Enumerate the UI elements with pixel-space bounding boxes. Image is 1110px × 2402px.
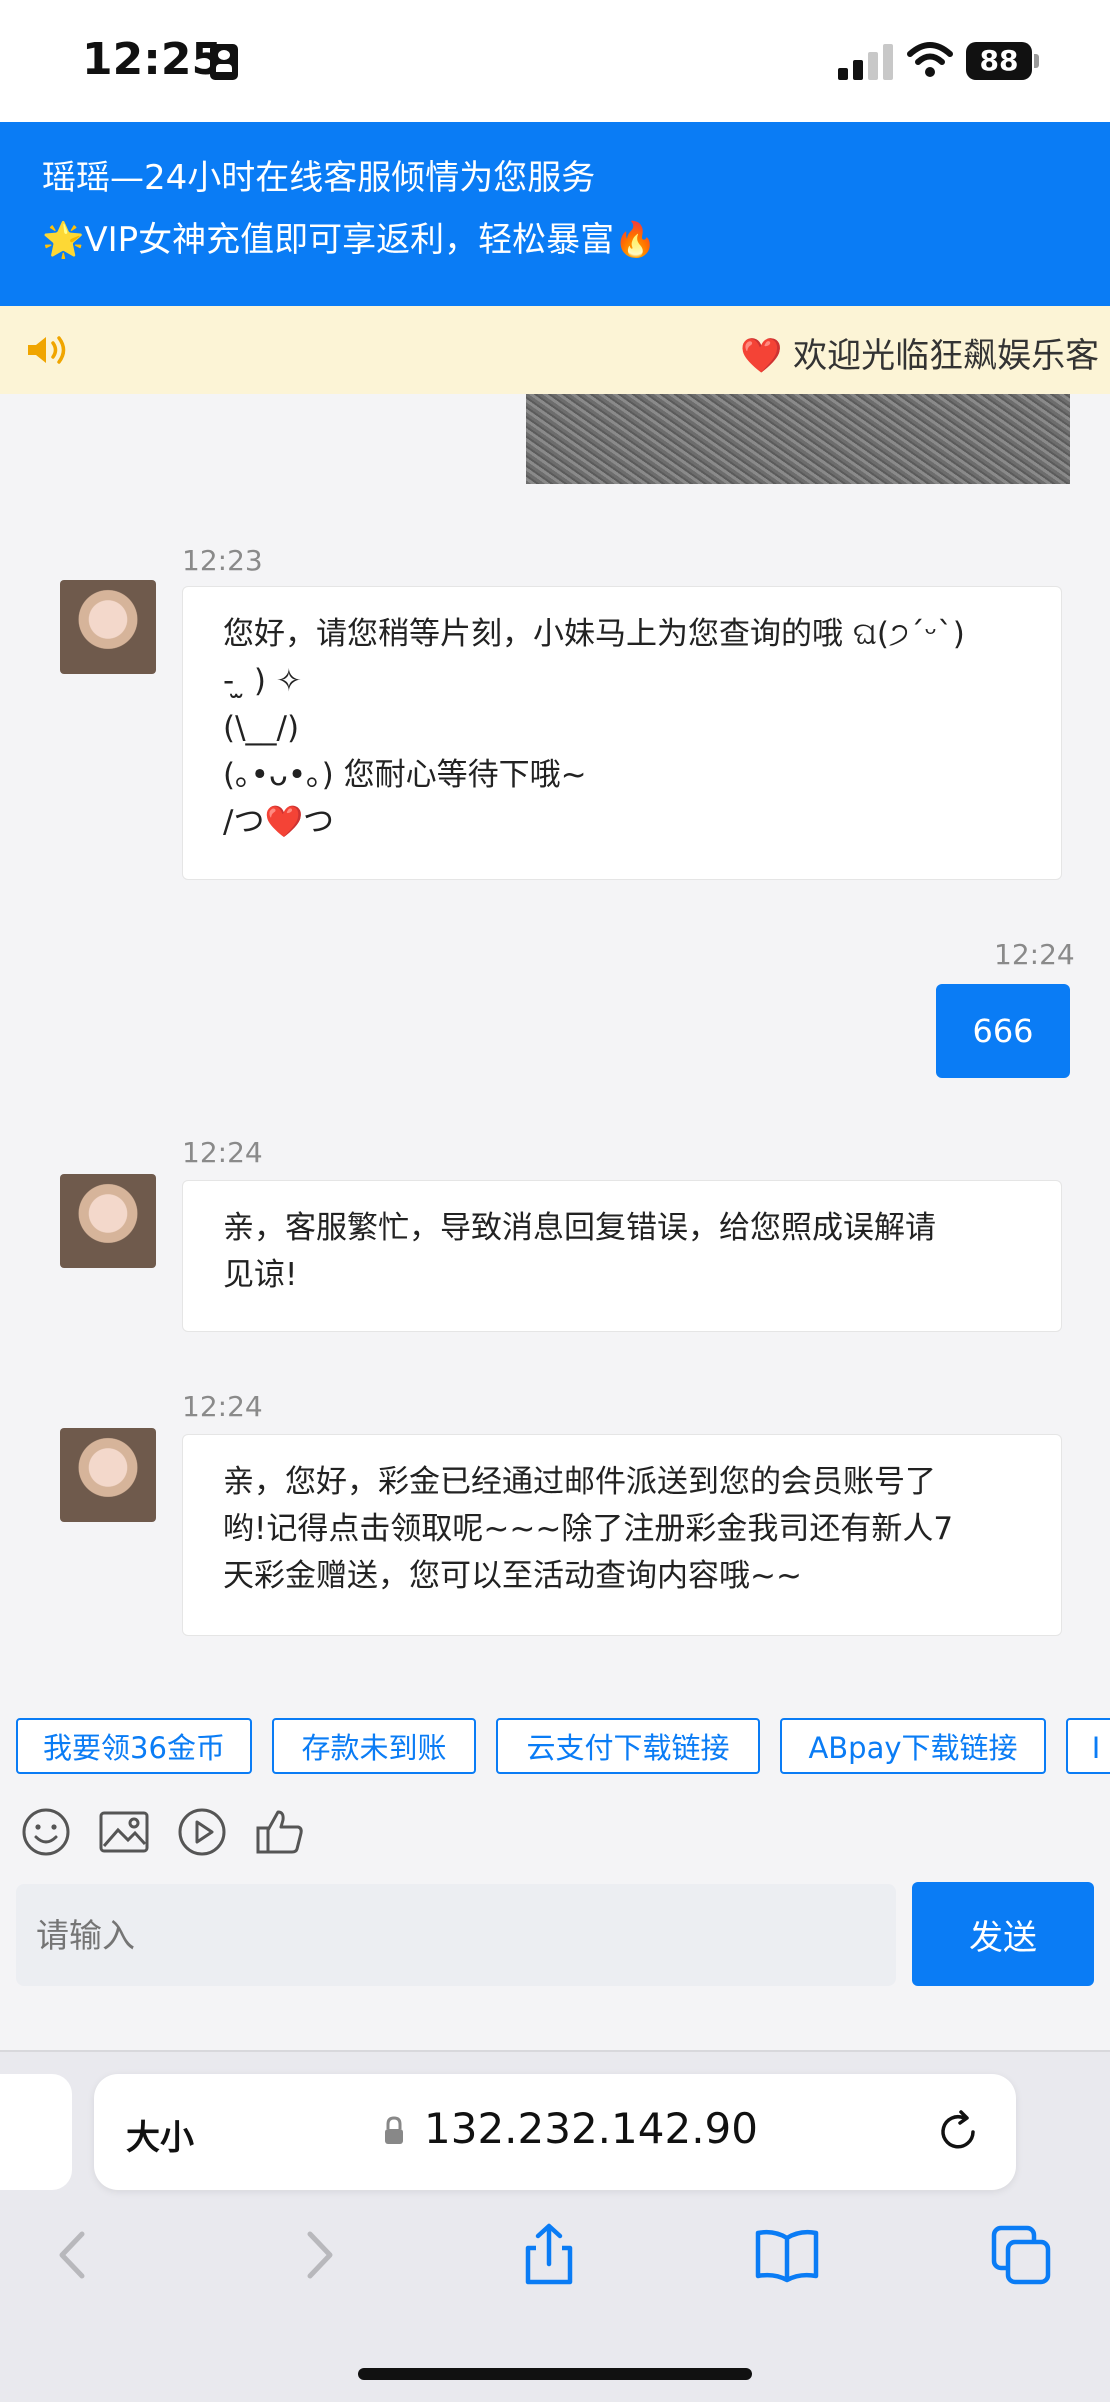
- quick-reply-chip[interactable]: ABpay下载链接: [780, 1718, 1046, 1774]
- header-title: 瑶瑶—24小时在线客服倾情为您服务: [42, 158, 596, 198]
- agent-message-bubble: 您好，请您稍等片刻，小妹马上为您查询的哦 ଘ(੭ˊᵕˋ) - ̫ ) ✧ (\_…: [182, 586, 1062, 880]
- wifi-icon: [907, 42, 953, 77]
- message-input-row: 发送: [0, 1878, 1110, 1988]
- previous-tab-preview[interactable]: [0, 2074, 72, 2190]
- message-line: 您好，请您稍等片刻，小妹马上为您查询的哦 ଘ(੭ˊᵕˋ): [223, 616, 965, 652]
- status-bar: 12:25 88: [0, 0, 1110, 122]
- quick-reply-chip[interactable]: 云支付下载链接: [496, 1718, 760, 1774]
- address-bar[interactable]: 大小 132.232.142.90: [94, 2074, 1016, 2190]
- notice-marquee-text: ❤️ 欢迎光临狂飙娱乐客: [740, 336, 1100, 376]
- home-indicator[interactable]: [358, 2368, 752, 2380]
- user-message-bubble: 666: [936, 984, 1070, 1078]
- quick-reply-chip[interactable]: 存款未到账: [272, 1718, 476, 1774]
- emoji-icon[interactable]: [20, 1806, 72, 1858]
- chat-header: 瑶瑶—24小时在线客服倾情为您服务 🌟VIP女神充值即可享返利，轻松暴富🔥: [0, 122, 1110, 306]
- id-card-icon: [210, 44, 238, 80]
- speaker-icon: [28, 336, 66, 364]
- message-line: (｡•ᴗ•｡) 您耐心等待下哦~: [223, 757, 587, 793]
- input-toolbar: [0, 1800, 1110, 1864]
- agent-avatar[interactable]: [60, 1428, 156, 1522]
- chat-image-message[interactable]: [526, 394, 1070, 484]
- text-size-button[interactable]: 大小: [126, 2110, 194, 2159]
- message-line: (\__/): [223, 710, 300, 746]
- quick-reply-bar[interactable]: 我要领36金币 存款未到账 云支付下载链接 ABpay下载链接 I: [0, 1718, 1110, 1782]
- message-line: 天彩金赠送，您可以至活动查询内容哦~~: [223, 1558, 802, 1594]
- message-timestamp: 12:24: [182, 1390, 263, 1423]
- notice-bar: ❤️ 欢迎光临狂飙娱乐客: [0, 306, 1110, 394]
- browser-toolbar: 大小 132.232.142.90: [0, 2050, 1110, 2402]
- message-timestamp: 12:23: [182, 544, 263, 577]
- message-line: 见谅!: [223, 1257, 298, 1293]
- agent-message-bubble: 亲，客服繁忙，导致消息回复错误，给您照成误解请 见谅!: [182, 1180, 1062, 1332]
- header-promo: 🌟VIP女神充值即可享返利，轻松暴富🔥: [42, 220, 657, 260]
- url-text[interactable]: 132.232.142.90: [424, 2104, 758, 2153]
- video-icon[interactable]: [176, 1806, 228, 1858]
- message-timestamp: 12:24: [182, 1136, 263, 1169]
- tabs-icon[interactable]: [986, 2220, 1056, 2290]
- message-timestamp: 12:24: [994, 938, 1075, 971]
- quick-reply-chip[interactable]: I: [1066, 1718, 1110, 1774]
- cellular-signal-icon: [838, 44, 894, 80]
- send-button[interactable]: 发送: [912, 1882, 1094, 1986]
- battery-icon: 88: [966, 42, 1032, 80]
- message-line: 亲，客服繁忙，导致消息回复错误，给您照成误解请: [223, 1210, 936, 1246]
- battery-cap: [1034, 54, 1039, 68]
- agent-avatar[interactable]: [60, 580, 156, 674]
- message-line: 亲，您好，彩金已经通过邮件派送到您的会员账号了: [223, 1464, 936, 1500]
- message-line: /つ❤️つ: [223, 804, 335, 840]
- image-icon[interactable]: [98, 1806, 150, 1858]
- back-icon[interactable]: [40, 2220, 110, 2290]
- message-input[interactable]: [16, 1884, 896, 1986]
- message-line: 哟!记得点击领取呢~~~除了注册彩金我司还有新人7: [223, 1511, 954, 1547]
- chat-area[interactable]: 12:23 您好，请您稍等片刻，小妹马上为您查询的哦 ଘ(੭ˊᵕˋ) - ̫ )…: [0, 394, 1110, 1698]
- status-time: 12:25: [82, 34, 223, 85]
- bookmarks-icon[interactable]: [752, 2220, 822, 2290]
- lock-icon: [385, 2116, 403, 2144]
- thumbs-up-icon[interactable]: [254, 1806, 306, 1858]
- reload-icon[interactable]: [934, 2108, 982, 2156]
- quick-reply-chip[interactable]: 我要领36金币: [16, 1718, 252, 1774]
- share-icon[interactable]: [514, 2220, 584, 2290]
- message-line: - ̫ ) ✧: [223, 663, 302, 699]
- agent-message-bubble: 亲，您好，彩金已经通过邮件派送到您的会员账号了 哟!记得点击领取呢~~~除了注册…: [182, 1434, 1062, 1636]
- forward-icon[interactable]: [282, 2220, 352, 2290]
- agent-avatar[interactable]: [60, 1174, 156, 1268]
